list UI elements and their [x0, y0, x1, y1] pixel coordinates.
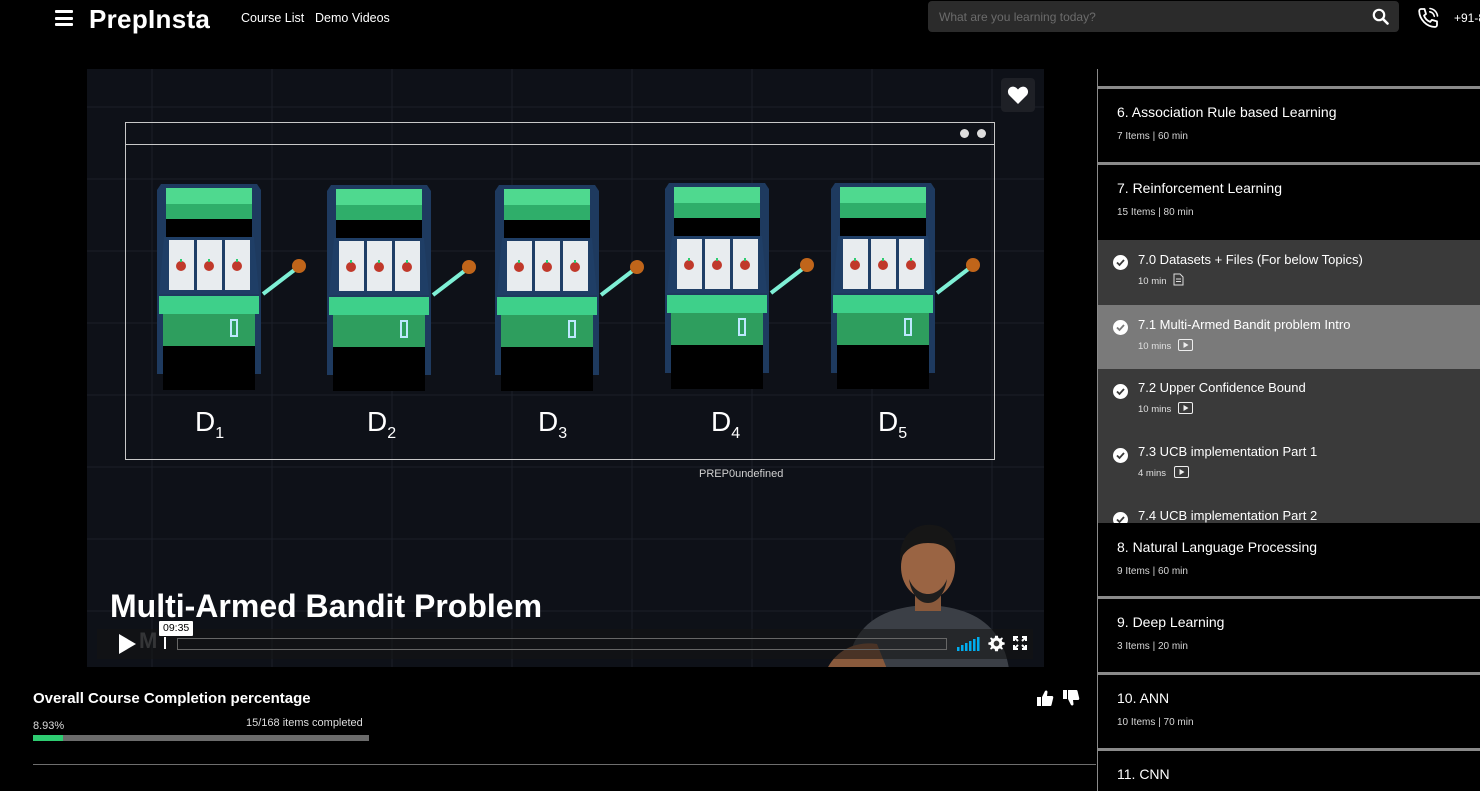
content-divider: [33, 764, 1096, 765]
module-meta: 7 Items | 60 min: [1117, 131, 1188, 142]
gear-icon[interactable]: [988, 635, 1005, 652]
module-meta: 9 Items | 60 min: [1117, 566, 1188, 577]
file-icon: [1173, 273, 1184, 286]
course-sidebar: 6. Association Rule based Learning 7 Ite…: [1097, 69, 1480, 791]
video-icon: [1174, 466, 1189, 478]
machine-label-5: D5: [878, 406, 908, 442]
volume-icon[interactable]: [956, 637, 981, 651]
lesson-list: 7.0 Datasets + Files (For below Topics) …: [1098, 240, 1480, 523]
module-title: 7. Reinforcement Learning: [1117, 180, 1282, 196]
machine-label-3: D3: [538, 406, 568, 442]
check-icon: [1113, 384, 1128, 399]
completion-progress-bar: [33, 735, 369, 741]
site-logo[interactable]: PrepInsta: [89, 4, 210, 35]
scrubber-handle[interactable]: [164, 637, 166, 649]
module-6-association-rule[interactable]: 6. Association Rule based Learning 7 Ite…: [1098, 89, 1480, 162]
nav-course-list[interactable]: Course List: [241, 11, 304, 25]
top-header: PrepInsta Course List Demo Videos +91-8: [0, 0, 1480, 38]
module-11-cnn[interactable]: 11. CNN: [1098, 751, 1480, 791]
check-icon: [1113, 255, 1128, 270]
slot-machine-5: [829, 181, 982, 391]
search-input[interactable]: [928, 1, 1358, 32]
lesson-title: 7.4 UCB implementation Part 2: [1138, 508, 1318, 523]
lesson-title: 7.1 Multi-Armed Bandit problem Intro: [1138, 317, 1351, 332]
lesson-duration: 10 mins: [1138, 404, 1172, 415]
slot-machine-3: [493, 183, 646, 393]
play-icon[interactable]: [116, 632, 138, 656]
thumbs-up-icon[interactable]: [1036, 689, 1054, 707]
slot-machine-1: [155, 182, 308, 392]
lesson-item-7-3[interactable]: 7.3 UCB implementation Part 1 4 mins: [1098, 433, 1480, 497]
slot-machine-2: [325, 183, 478, 393]
lesson-title: 7.2 Upper Confidence Bound: [1138, 380, 1306, 395]
lesson-item-7-2[interactable]: 7.2 Upper Confidence Bound 10 mins: [1098, 369, 1480, 433]
lesson-duration: 4 mins: [1138, 468, 1166, 479]
module-meta: 3 Items | 20 min: [1117, 641, 1188, 652]
lesson-title: 7.0 Datasets + Files (For below Topics): [1138, 252, 1363, 267]
completion-percentage: 8.93%: [33, 720, 65, 732]
module-title: 11. CNN: [1117, 766, 1170, 782]
module-9-deep-learning[interactable]: 9. Deep Learning 3 Items | 20 min: [1098, 599, 1480, 672]
module-meta: 10 Items | 70 min: [1117, 717, 1194, 728]
phone-icon[interactable]: [1416, 6, 1440, 30]
video-progress-bar[interactable]: [177, 638, 947, 650]
lesson-duration: 10 mins: [1138, 341, 1172, 352]
search-icon[interactable]: [1372, 8, 1389, 25]
video-controls-bar: M 09:35: [97, 621, 1033, 659]
items-completed-count: 15/168 items completed: [246, 717, 363, 729]
lesson-title: 7.3 UCB implementation Part 1: [1138, 444, 1318, 459]
thumbs-down-icon[interactable]: [1062, 689, 1080, 707]
module-10-ann[interactable]: 10. ANN 10 Items | 70 min: [1098, 675, 1480, 748]
video-icon: [1178, 339, 1193, 351]
machine-label-1: D1: [195, 406, 225, 442]
title-behind-controls: M: [139, 628, 158, 653]
video-watermark: PREP0undefined: [699, 468, 784, 480]
fullscreen-icon[interactable]: [1013, 636, 1027, 650]
nav-demo-videos[interactable]: Demo Videos: [315, 11, 390, 25]
slot-machine-4: [663, 181, 816, 391]
check-icon: [1113, 448, 1128, 463]
check-icon: [1113, 320, 1128, 335]
lesson-item-7-0[interactable]: 7.0 Datasets + Files (For below Topics) …: [1098, 240, 1480, 304]
module-title: 10. ANN: [1117, 690, 1170, 706]
module-meta: 15 Items | 80 min: [1117, 207, 1194, 218]
video-icon: [1178, 402, 1193, 414]
hamburger-menu-icon[interactable]: [55, 10, 73, 26]
module-7-reinforcement-learning[interactable]: 7. Reinforcement Learning 15 Items | 80 …: [1098, 165, 1480, 238]
machine-label-2: D2: [367, 406, 397, 442]
check-icon: [1113, 512, 1128, 523]
completion-heading: Overall Course Completion percentage: [33, 690, 311, 707]
module-8-nlp[interactable]: 8. Natural Language Processing 9 Items |…: [1098, 523, 1480, 596]
machine-label-4: D4: [711, 406, 741, 442]
phone-number[interactable]: +91-8: [1454, 11, 1480, 25]
completion-progress-fill: [33, 735, 63, 741]
lesson-item-7-4[interactable]: 7.4 UCB implementation Part 2: [1098, 497, 1480, 523]
video-title-overlay: Multi-Armed Bandit Problem: [110, 588, 543, 624]
module-title: 6. Association Rule based Learning: [1117, 104, 1337, 120]
module-title: 9. Deep Learning: [1117, 614, 1225, 630]
video-player[interactable]: D1 D2 D3 D4 D5 PREP0undefined Multi-Arme…: [87, 69, 1044, 667]
lesson-item-7-1[interactable]: 7.1 Multi-Armed Bandit problem Intro 10 …: [1098, 305, 1480, 369]
module-title: 8. Natural Language Processing: [1117, 539, 1318, 555]
lesson-duration: 10 min: [1138, 276, 1167, 287]
search-bar: [928, 1, 1399, 32]
time-tooltip: 09:35: [159, 621, 194, 636]
